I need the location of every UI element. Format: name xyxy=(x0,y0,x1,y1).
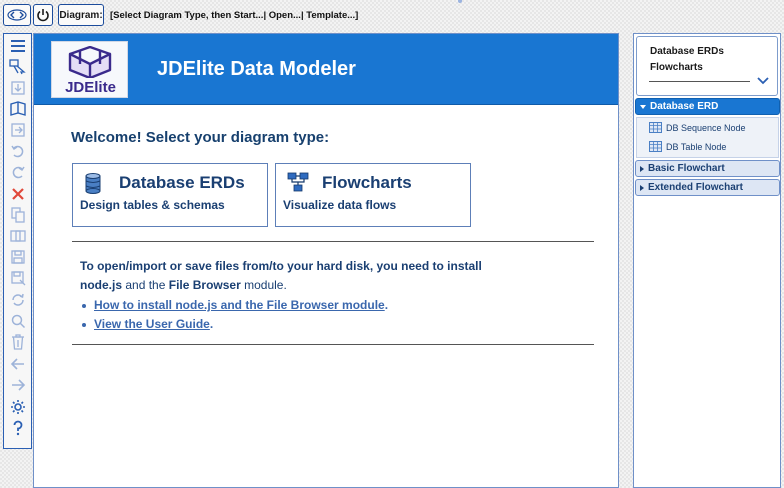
download-icon[interactable] xyxy=(7,78,28,98)
selector-underline xyxy=(649,81,750,82)
db-table-node-label: DB Table Node xyxy=(666,141,727,152)
save-icon[interactable] xyxy=(7,247,28,267)
welcome-heading: Welcome! Select your diagram type: xyxy=(71,129,330,146)
chevron-down-icon[interactable] xyxy=(757,77,769,85)
help-links: How to install node.js and the File Brow… xyxy=(80,296,580,334)
flowcharts-card[interactable]: Flowcharts Visualize data flows xyxy=(275,163,471,227)
install-info-module: module. xyxy=(240,278,287,292)
undo-icon[interactable] xyxy=(7,141,28,161)
chevron-left-right-icon xyxy=(7,9,27,21)
top-bar: Diagram: [Select Diagram Type, then Star… xyxy=(0,0,784,30)
app-logo: JDElite xyxy=(51,41,128,98)
diagram-status-text: [Select Diagram Type, then Start...| Ope… xyxy=(110,10,359,21)
user-guide-link[interactable]: View the User Guide xyxy=(94,317,210,331)
list-item: How to install node.js and the File Brow… xyxy=(80,296,580,315)
main-panel: JDElite JDElite Data Modeler Welcome! Se… xyxy=(33,33,619,488)
database-erds-title: Database ERDs xyxy=(119,173,245,192)
database-erds-card[interactable]: Database ERDs Design tables & schemas xyxy=(72,163,268,227)
database-erd-nodes: DB Sequence Node DB Table Node xyxy=(636,117,779,158)
db-table-node[interactable]: DB Table Node xyxy=(649,141,726,152)
pointer-icon[interactable] xyxy=(7,57,28,77)
redo-icon[interactable] xyxy=(7,162,28,182)
help-icon[interactable] xyxy=(7,418,28,438)
diagram-menu-button[interactable]: Diagram: xyxy=(58,4,104,26)
app-title: JDElite Data Modeler xyxy=(157,58,356,80)
flowcharts-title: Flowcharts xyxy=(322,173,412,192)
caret-right-icon xyxy=(640,165,644,172)
delete-icon[interactable] xyxy=(7,184,28,204)
divider-bottom xyxy=(72,344,594,345)
header-banner: JDElite JDElite Data Modeler xyxy=(34,34,618,105)
list-item: View the User Guide. xyxy=(80,315,580,334)
db-sequence-node[interactable]: DB Sequence Node xyxy=(649,122,746,133)
install-info-part1: To open/import or save files from/to you… xyxy=(80,259,482,273)
section-basic-flowchart-label: Basic Flowchart xyxy=(648,163,725,174)
db-sequence-node-label: DB Sequence Node xyxy=(666,122,746,133)
refresh-icon[interactable] xyxy=(7,290,28,310)
install-guide-link[interactable]: How to install node.js and the File Brow… xyxy=(94,298,385,312)
table-grid-icon xyxy=(649,141,662,152)
trash-icon[interactable] xyxy=(7,332,28,352)
flowcharts-subtitle: Visualize data flows xyxy=(283,198,397,212)
copy-icon[interactable] xyxy=(7,205,28,225)
database-erds-subtitle: Design tables & schemas xyxy=(80,198,225,212)
logo-icon xyxy=(68,46,112,78)
selector-option-flowcharts[interactable]: Flowcharts xyxy=(650,62,703,73)
caret-right-icon xyxy=(640,184,644,191)
install-info-nodejs: node.js xyxy=(80,278,123,292)
section-basic-flowchart[interactable]: Basic Flowchart xyxy=(635,160,780,177)
logo-text: JDElite xyxy=(65,79,116,96)
flowchart-icon xyxy=(287,172,309,192)
install-info-text: To open/import or save files from/to you… xyxy=(80,257,580,295)
install-info-and: and the xyxy=(122,278,169,292)
settings-icon[interactable] xyxy=(7,397,28,417)
search-icon[interactable] xyxy=(7,311,28,331)
link-period: . xyxy=(384,298,389,312)
cut-icon[interactable] xyxy=(7,226,28,246)
power-icon xyxy=(37,9,49,22)
divider-top xyxy=(72,241,594,242)
table-grid-icon xyxy=(649,122,662,133)
install-info-file-browser: File Browser xyxy=(168,278,241,292)
nav-toggle-button[interactable] xyxy=(3,4,31,26)
power-button[interactable] xyxy=(33,4,53,26)
caret-down-icon xyxy=(640,104,646,109)
section-database-erd[interactable]: Database ERD xyxy=(635,98,780,115)
selector-option-database-erds[interactable]: Database ERDs xyxy=(650,46,724,57)
forward-icon[interactable] xyxy=(7,375,28,395)
section-extended-flowchart[interactable]: Extended Flowchart xyxy=(635,179,780,196)
left-toolbar xyxy=(3,33,32,449)
link-period: . xyxy=(209,317,214,331)
export-icon[interactable] xyxy=(7,120,28,140)
menu-icon[interactable] xyxy=(7,36,28,56)
palette-panel: Database ERDs Flowcharts Database ERD DB… xyxy=(633,33,781,488)
diagram-type-selector[interactable]: Database ERDs Flowcharts xyxy=(636,36,778,96)
open-book-icon[interactable] xyxy=(7,99,28,119)
section-extended-flowchart-label: Extended Flowchart xyxy=(648,182,744,193)
back-icon[interactable] xyxy=(7,354,28,374)
top-indicator xyxy=(458,0,462,3)
section-database-erd-label: Database ERD xyxy=(650,101,719,112)
save-as-icon[interactable] xyxy=(7,268,28,288)
database-icon xyxy=(85,173,101,194)
